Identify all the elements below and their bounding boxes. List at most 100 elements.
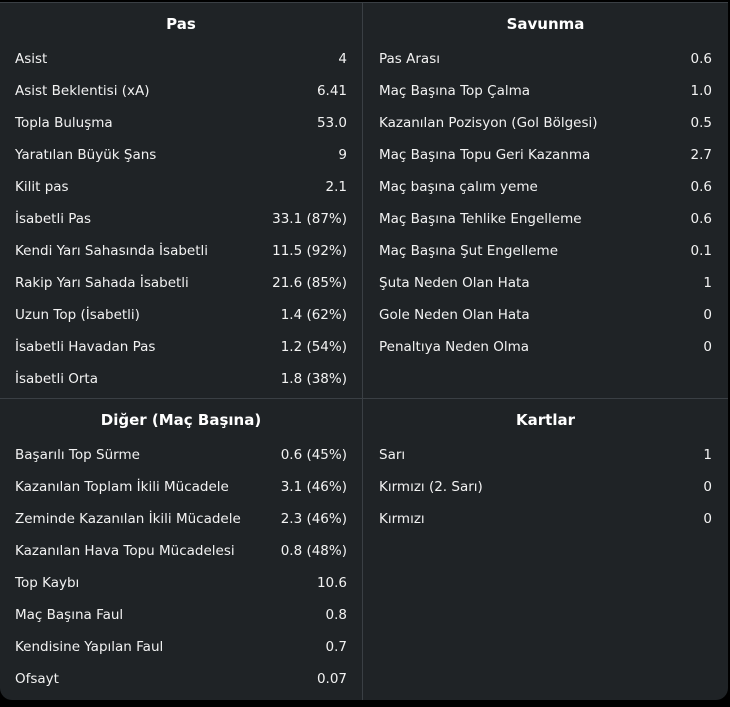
stat-label: Topla Buluşma: [15, 115, 113, 131]
stat-value: 0.7: [325, 639, 347, 655]
stat-label: Maç Başına Tehlike Engelleme: [379, 211, 582, 227]
stat-label: İsabetli Orta: [15, 371, 98, 387]
stat-label: Kazanılan Hava Topu Mücadelesi: [15, 543, 235, 559]
stat-label: Kazanılan Toplam İkili Mücadele: [15, 479, 229, 495]
stat-value: 33.1 (87%): [272, 211, 347, 227]
stat-value: 1.8 (38%): [280, 371, 347, 387]
section-title: Diğer (Maç Başına): [100, 411, 262, 429]
stat-row: Pas Arası 0.6: [363, 43, 728, 75]
stat-list: Başarılı Top Sürme 0.6 (45%) Kazanılan Top…: [0, 439, 362, 695]
stat-label: Kazanılan Pozisyon (Gol Bölgesi): [379, 115, 598, 131]
stat-row: Zeminde Kazanılan İkili Mücadele 2.3 (46%…: [0, 503, 362, 535]
stat-row: Maç Başına Top Çalma 1.0: [363, 75, 728, 107]
stat-list: Asist 4 Asist Beklentisi (xA) 6.41 Topla Bul…: [0, 43, 362, 395]
stat-value: 0.5: [690, 115, 712, 131]
stat-label: Şuta Neden Olan Hata: [379, 275, 530, 291]
stat-value: 1: [703, 447, 712, 463]
stat-value: 4: [338, 51, 347, 67]
stat-row: Asist Beklentisi (xA) 6.41: [0, 75, 362, 107]
stat-value: 0: [703, 307, 712, 323]
stat-row: Ofsayt 0.07: [0, 663, 362, 695]
stat-row: İsabetli Pas 33.1 (87%): [0, 203, 362, 235]
stat-row: Maç Başına Şut Engelleme 0.1: [363, 235, 728, 267]
section-title: Kartlar: [516, 411, 575, 429]
stat-value: 0.07: [316, 671, 347, 687]
section-title: Savunma: [506, 15, 585, 33]
stat-value: 3.1 (46%): [280, 479, 347, 495]
stat-value: 10.6: [316, 575, 347, 591]
stat-label: Sarı: [379, 447, 406, 463]
stat-value: 0.8 (48%): [280, 543, 347, 559]
stat-row: Kendi Yarı Sahasında İsabetli 11.5 (92%): [0, 235, 362, 267]
stat-value: 2.1: [325, 179, 347, 195]
stat-row: Kazanılan Toplam İkili Mücadele 3.1 (46%): [0, 471, 362, 503]
stat-value: 0.6 (45%): [280, 447, 347, 463]
stat-row: İsabetli Havadan Pas 1.2 (54%): [0, 331, 362, 363]
stat-value: 0.6: [690, 211, 712, 227]
stat-label: Maç Başına Topu Geri Kazanma: [379, 147, 591, 163]
stat-row: Maç Başına Tehlike Engelleme 0.6: [363, 203, 728, 235]
stat-value: 0: [703, 479, 712, 495]
stat-label: Zeminde Kazanılan İkili Mücadele: [15, 511, 241, 527]
stat-value: 1.0: [690, 83, 712, 99]
stat-label: Maç Başına Faul: [15, 607, 124, 623]
stat-row: Kazanılan Pozisyon (Gol Bölgesi) 0.5: [363, 107, 728, 139]
stat-value: 0: [703, 511, 712, 527]
stat-row: Kırmızı (2. Sarı) 0: [363, 471, 728, 503]
stat-label: Pas Arası: [379, 51, 440, 67]
stat-label: Uzun Top (İsabetli): [15, 307, 140, 323]
stat-value: 6.41: [316, 83, 347, 99]
stat-row: Kilit pas 2.1: [0, 171, 362, 203]
stat-label: Kırmızı (2. Sarı): [379, 479, 483, 495]
stat-row: İsabetli Orta 1.8 (38%): [0, 363, 362, 395]
stat-label: Top Kaybı: [15, 575, 80, 591]
stat-label: İsabetli Havadan Pas: [15, 339, 156, 355]
stat-row: Asist 4: [0, 43, 362, 75]
section-diger: Diğer (Maç Başına) Başarılı Top Sürme 0.6…: [0, 399, 363, 700]
stat-value: 1.2 (54%): [280, 339, 347, 355]
stat-row: Maç başına çalım yeme 0.6: [363, 171, 728, 203]
stat-row: Gole Neden Olan Hata 0: [363, 299, 728, 331]
stat-value: 0.1: [690, 243, 712, 259]
stat-row: Penaltıya Neden Olma 0: [363, 331, 728, 363]
stat-value: 1: [703, 275, 712, 291]
stat-row: Sarı 1: [363, 439, 728, 471]
stat-value: 2.3 (46%): [280, 511, 347, 527]
stat-value: 0: [703, 339, 712, 355]
stat-label: Başarılı Top Sürme: [15, 447, 140, 463]
stat-value: 11.5 (92%): [272, 243, 347, 259]
stat-label: Maç Başına Top Çalma: [379, 83, 531, 99]
stat-label: Kendisine Yapılan Faul: [15, 639, 164, 655]
stat-row: Rakip Yarı Sahada İsabetli 21.6 (85%): [0, 267, 362, 299]
stat-label: Maç başına çalım yeme: [379, 179, 538, 195]
stat-label: Ofsayt: [15, 671, 59, 687]
stat-label: Asist: [15, 51, 48, 67]
stat-label: Kilit pas: [15, 179, 69, 195]
stat-label: Asist Beklentisi (xA): [15, 83, 150, 99]
stat-value: 0.6: [690, 51, 712, 67]
section-pas: Pas Asist 4 Asist Beklentisi (xA) 6.41 Topla…: [0, 3, 363, 399]
stat-label: Yaratılan Büyük Şans: [15, 147, 157, 163]
stat-label: Kırmızı: [379, 511, 425, 527]
stat-value: 9: [338, 147, 347, 163]
section-savunma: Savunma Pas Arası 0.6 Maç Başına Top Çalma…: [363, 3, 728, 399]
stat-list: Pas Arası 0.6 Maç Başına Top Çalma 1.0 Kazan…: [363, 43, 728, 363]
stat-row: Top Kaybı 10.6: [0, 567, 362, 599]
stat-row: Yaratılan Büyük Şans 9: [0, 139, 362, 171]
stat-value: 0.8: [325, 607, 347, 623]
stat-value: 0.6: [690, 179, 712, 195]
stat-value: 53.0: [316, 115, 347, 131]
stat-label: Maç Başına Şut Engelleme: [379, 243, 559, 259]
stat-value: 1.4 (62%): [280, 307, 347, 323]
stat-label: Rakip Yarı Sahada İsabetli: [15, 275, 189, 291]
stat-row: Başarılı Top Sürme 0.6 (45%): [0, 439, 362, 471]
section-title: Pas: [166, 15, 196, 33]
stat-label: Kendi Yarı Sahasında İsabetli: [15, 243, 209, 259]
player-stats-panel: Pas Asist 4 Asist Beklentisi (xA) 6.41 Topla…: [0, 2, 728, 700]
stat-value: 2.7: [690, 147, 712, 163]
stat-row: Uzun Top (İsabetli) 1.4 (62%): [0, 299, 362, 331]
section-kartlar: Kartlar Sarı 1 Kırmızı (2. Sarı) 0 Kırmızı 0: [363, 399, 728, 700]
stat-row: Kazanılan Hava Topu Mücadelesi 0.8 (48%): [0, 535, 362, 567]
stat-row: Maç Başına Faul 0.8: [0, 599, 362, 631]
stat-label: Penaltıya Neden Olma: [379, 339, 530, 355]
